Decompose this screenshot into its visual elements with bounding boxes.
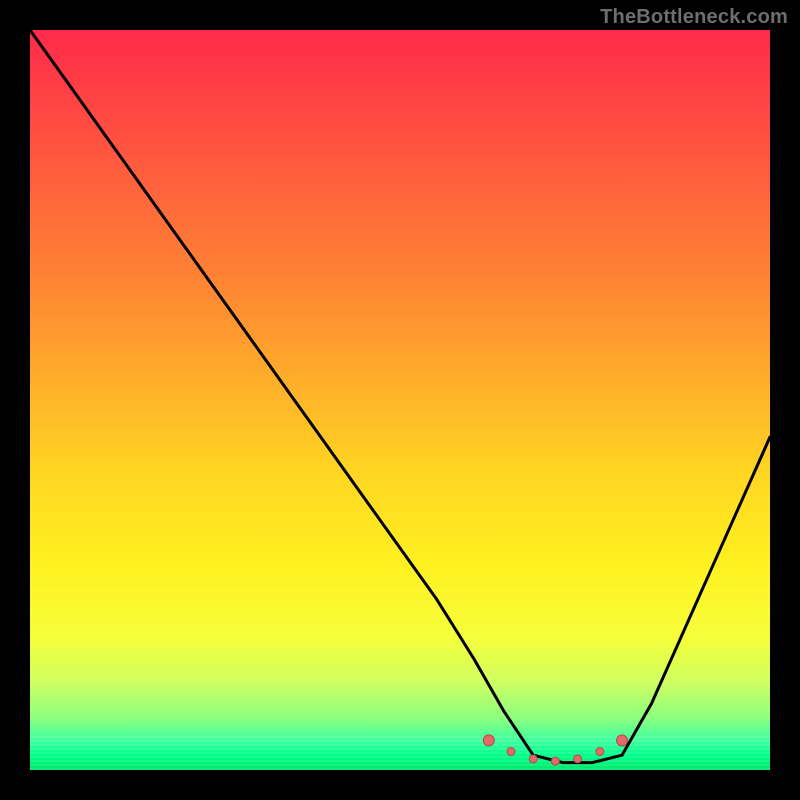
marker-dot <box>529 755 537 763</box>
marker-dot <box>596 748 604 756</box>
bottleneck-curve-line <box>30 30 770 763</box>
marker-dot <box>507 748 515 756</box>
marker-dot <box>617 735 628 746</box>
plot-area <box>30 30 770 770</box>
watermark-text: TheBottleneck.com <box>600 6 788 29</box>
chart-svg <box>30 30 770 770</box>
marker-dot <box>483 735 494 746</box>
marker-dot <box>551 757 559 765</box>
chart-frame: TheBottleneck.com <box>0 0 800 800</box>
marker-dot <box>574 755 582 763</box>
